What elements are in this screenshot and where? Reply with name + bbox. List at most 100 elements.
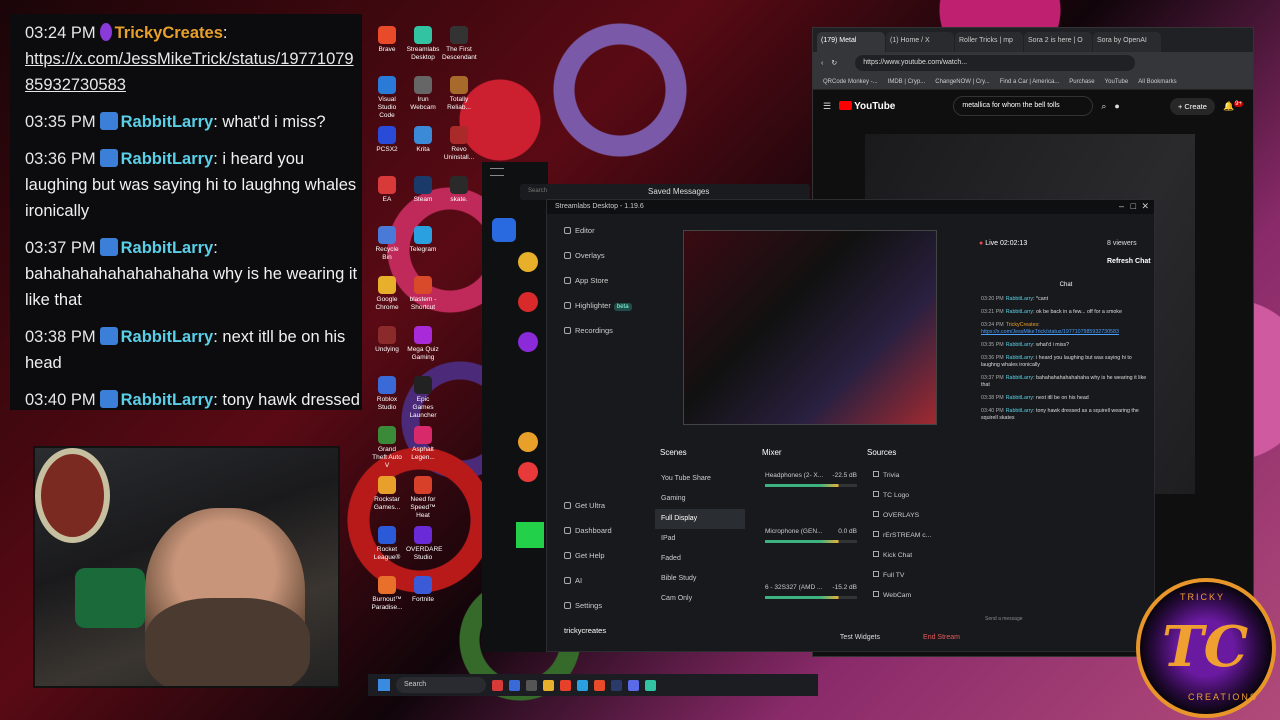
bookmark-item[interactable]: IMDB | Cryp... bbox=[888, 79, 926, 85]
source-item[interactable]: TC Logo bbox=[869, 486, 959, 506]
browser-tab[interactable]: (1) Home / X bbox=[886, 32, 954, 52]
desktop-icon[interactable]: Burnout™ Paradise... bbox=[370, 576, 404, 612]
nav-item-dashboard[interactable]: Dashboard bbox=[549, 518, 644, 543]
mic-icon[interactable]: ● bbox=[1114, 101, 1119, 111]
telegram-icon[interactable] bbox=[577, 679, 588, 691]
bookmark-item[interactable]: QRCode Monkey -... bbox=[823, 79, 878, 85]
desktop-icon[interactable]: Epic Games Launcher bbox=[406, 376, 440, 420]
desktop-icon[interactable]: Visual Studio Code bbox=[370, 76, 404, 120]
browser-tab[interactable]: (179) Metal bbox=[817, 32, 885, 52]
scene-item[interactable]: Gaming bbox=[655, 489, 745, 509]
menu-icon[interactable] bbox=[490, 168, 504, 176]
desktop-icon[interactable]: Roblox Studio bbox=[370, 376, 404, 412]
nav-item-overlays[interactable]: Overlays bbox=[549, 243, 644, 268]
desktop-icon[interactable]: skate. bbox=[442, 176, 476, 204]
stream-preview[interactable] bbox=[683, 230, 937, 425]
discord-icon[interactable] bbox=[628, 679, 639, 691]
nav-item-recordings[interactable]: Recordings bbox=[549, 318, 644, 343]
windows-start-icon[interactable] bbox=[378, 679, 390, 691]
chrome-icon[interactable] bbox=[560, 679, 571, 691]
scene-item[interactable]: Cam Only bbox=[655, 589, 745, 609]
scene-item[interactable]: Bible Study bbox=[655, 569, 745, 589]
all-chats-icon[interactable] bbox=[492, 218, 516, 242]
source-item[interactable]: Full TV bbox=[869, 566, 959, 586]
brave-icon[interactable] bbox=[594, 679, 605, 691]
reload-icon[interactable]: ↻ bbox=[831, 59, 837, 67]
source-item[interactable]: rErSTREAM c... bbox=[869, 526, 959, 546]
bookmark-item[interactable]: All Bookmarks bbox=[1138, 79, 1176, 85]
desktop-icon[interactable]: EA bbox=[370, 176, 404, 204]
channel-avatar[interactable] bbox=[518, 292, 538, 312]
desktop-icon[interactable]: Recycle Bin bbox=[370, 226, 404, 262]
browser-tab[interactable]: Sora 2 is here | O bbox=[1024, 32, 1092, 52]
desktop-icon[interactable]: Asphalt Legen... bbox=[406, 426, 440, 462]
youtube-logo[interactable]: YouTube bbox=[839, 100, 895, 112]
search-icon[interactable]: ⌕ bbox=[1101, 101, 1106, 112]
source-item[interactable]: OVERLAYS bbox=[869, 506, 959, 526]
desktop-icon[interactable]: Totally Reliab... bbox=[442, 76, 476, 112]
chat-link[interactable]: https://x.com/JessMikeTrick/status/19771… bbox=[981, 329, 1119, 335]
app-icon[interactable] bbox=[526, 679, 537, 691]
saved-messages-label[interactable]: Saved Messages bbox=[648, 187, 709, 196]
desktop-icon[interactable]: Need for Speed™ Heat bbox=[406, 476, 440, 520]
user-account[interactable]: trickycreates bbox=[549, 618, 644, 643]
chat-link[interactable]: https://x.com/JessMikeTrick/status/19771… bbox=[25, 50, 354, 94]
channel-avatar[interactable] bbox=[518, 432, 538, 452]
bookmark-item[interactable]: Purchase bbox=[1069, 79, 1094, 85]
maximize-icon[interactable]: □ bbox=[1131, 201, 1136, 211]
desktop-icon[interactable]: Streamlabs Desktop bbox=[406, 26, 440, 62]
desktop-icon[interactable]: Google Chrome bbox=[370, 276, 404, 312]
source-item[interactable]: Trivia bbox=[869, 466, 959, 486]
scene-item[interactable]: Faded bbox=[655, 549, 745, 569]
bookmark-item[interactable]: YouTube bbox=[1105, 79, 1129, 85]
nav-item-editor[interactable]: Editor bbox=[549, 218, 644, 243]
browser-tab[interactable]: Sora by OpenAI bbox=[1093, 32, 1161, 52]
desktop-icon[interactable]: blastem - Shortcut bbox=[406, 276, 440, 312]
channel-avatar[interactable] bbox=[518, 332, 538, 352]
end-stream-button[interactable]: End Stream bbox=[923, 634, 960, 641]
bookmark-item[interactable]: Find a Car | America... bbox=[1000, 79, 1060, 85]
steam-icon[interactable] bbox=[611, 679, 622, 691]
minimize-icon[interactable]: – bbox=[1119, 201, 1124, 211]
hamburger-icon[interactable]: ☰ bbox=[823, 101, 831, 112]
desktop-icon[interactable]: Mega Quiz Gaming bbox=[406, 326, 440, 362]
desktop-icon[interactable]: Rocket League® bbox=[370, 526, 404, 562]
desktop-icon[interactable]: PCSX2 bbox=[370, 126, 404, 154]
desktop-icon[interactable]: Steam bbox=[406, 176, 440, 204]
bookmark-item[interactable]: ChangeNOW | Cry... bbox=[935, 79, 989, 85]
nav-item-highlighter[interactable]: Highlighter beta bbox=[549, 293, 644, 318]
test-widgets-button[interactable]: Test Widgets bbox=[840, 634, 880, 641]
scene-item[interactable]: You Tube Share bbox=[655, 469, 745, 489]
taskbar-search[interactable]: Search bbox=[396, 677, 486, 693]
app-icon[interactable] bbox=[492, 679, 503, 691]
scene-item[interactable]: IPad bbox=[655, 529, 745, 549]
source-item[interactable]: Kick Chat bbox=[869, 546, 959, 566]
source-item[interactable]: WebCam bbox=[869, 586, 959, 606]
nav-item-settings[interactable]: Settings bbox=[549, 593, 644, 618]
send-message-input[interactable]: Send a message bbox=[985, 616, 1055, 622]
nav-item-ai[interactable]: AI bbox=[549, 568, 644, 593]
volume-slider[interactable] bbox=[765, 484, 857, 487]
desktop-icon[interactable]: Revo Uninstall... bbox=[442, 126, 476, 162]
desktop-icon[interactable]: The First Descendant bbox=[442, 26, 477, 62]
notifications-icon[interactable]: 🔔9+ bbox=[1223, 100, 1243, 112]
close-icon[interactable]: ✕ bbox=[1141, 201, 1149, 212]
desktop-icon[interactable]: Brave bbox=[370, 26, 404, 54]
back-icon[interactable]: ‹ bbox=[821, 60, 823, 67]
desktop-icon[interactable]: Telegram bbox=[406, 226, 440, 254]
desktop-icon[interactable]: Krita bbox=[406, 126, 440, 154]
youtube-search-input[interactable]: metallica for whom the bell tolls bbox=[953, 96, 1094, 116]
nav-item-get-help[interactable]: Get Help bbox=[549, 543, 644, 568]
nav-item-get-ultra[interactable]: Get Ultra bbox=[549, 493, 644, 518]
desktop-icon[interactable]: Undying bbox=[370, 326, 404, 354]
desktop-icon[interactable]: Irun Webcam bbox=[406, 76, 440, 112]
channel-avatar[interactable] bbox=[518, 462, 538, 482]
streamlabs-icon[interactable] bbox=[645, 679, 656, 691]
nav-item-app-store[interactable]: App Store bbox=[549, 268, 644, 293]
url-input[interactable]: https://www.youtube.com/watch... bbox=[855, 55, 1136, 71]
volume-slider[interactable] bbox=[765, 596, 857, 599]
desktop-icon[interactable]: OVERDARE Studio bbox=[406, 526, 442, 562]
channel-avatar[interactable] bbox=[518, 252, 538, 272]
scene-item[interactable]: Full Display bbox=[655, 509, 745, 529]
folder-icon[interactable] bbox=[543, 679, 554, 691]
